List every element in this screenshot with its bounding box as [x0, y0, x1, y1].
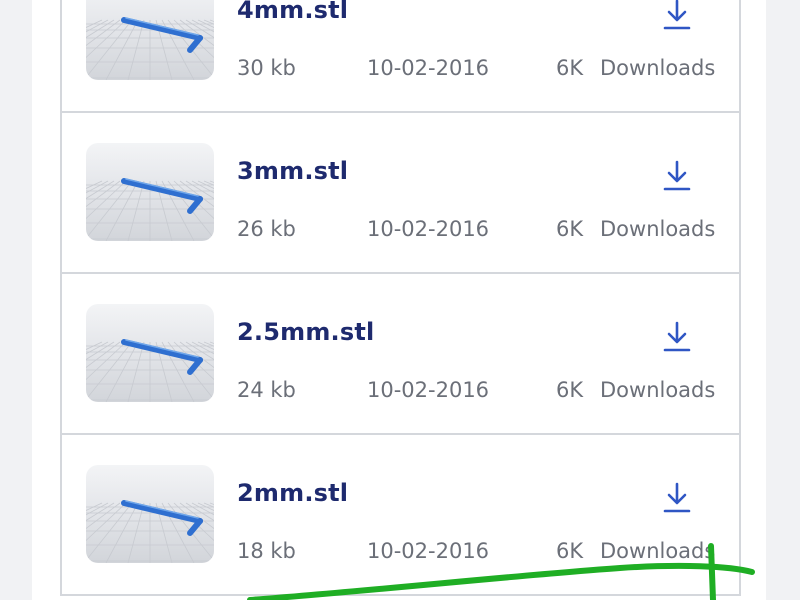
file-date: 10-02-2016 — [367, 217, 490, 241]
downloads-label: Downloads — [600, 217, 716, 241]
file-name[interactable]: 3mm.stl — [237, 157, 348, 185]
downloads-label: Downloads — [600, 539, 716, 563]
file-card[interactable]: 3mm.stl 26 kb 10-02-2016 6K Downloads — [60, 111, 741, 274]
file-size: 30 kb — [237, 56, 296, 80]
file-size: 18 kb — [237, 539, 296, 563]
file-size: 26 kb — [237, 217, 296, 241]
download-button[interactable] — [662, 481, 692, 515]
download-icon — [662, 320, 692, 354]
file-card[interactable]: 2mm.stl 18 kb 10-02-2016 6K Downloads — [60, 433, 741, 596]
file-date: 10-02-2016 — [367, 56, 490, 80]
file-thumbnail — [86, 465, 214, 563]
file-thumbnail — [86, 143, 214, 241]
download-icon — [662, 481, 692, 515]
download-count: 6K — [556, 56, 584, 80]
downloads-label: Downloads — [600, 56, 716, 80]
file-date: 10-02-2016 — [367, 378, 490, 402]
file-thumbnail — [86, 0, 214, 80]
file-card[interactable]: 4mm.stl 30 kb 10-02-2016 6K Downloads — [60, 0, 741, 113]
download-count: 6K — [556, 539, 584, 563]
download-button[interactable] — [662, 320, 692, 354]
file-name[interactable]: 2mm.stl — [237, 479, 348, 507]
download-button[interactable] — [662, 159, 692, 193]
download-icon — [662, 0, 692, 32]
download-count: 6K — [556, 217, 584, 241]
download-button[interactable] — [662, 0, 692, 32]
file-card[interactable]: 2.5mm.stl 24 kb 10-02-2016 6K Downloads — [60, 272, 741, 435]
file-thumbnail — [86, 304, 214, 402]
file-size: 24 kb — [237, 378, 296, 402]
file-date: 10-02-2016 — [367, 539, 490, 563]
download-count: 6K — [556, 378, 584, 402]
download-icon — [662, 159, 692, 193]
file-name[interactable]: 4mm.stl — [237, 0, 348, 24]
file-name[interactable]: 2.5mm.stl — [237, 318, 374, 346]
file-list: 4mm.stl 30 kb 10-02-2016 6K Downloads 3m… — [60, 0, 773, 596]
content-column: 4mm.stl 30 kb 10-02-2016 6K Downloads 3m… — [32, 0, 766, 600]
downloads-label: Downloads — [600, 378, 716, 402]
